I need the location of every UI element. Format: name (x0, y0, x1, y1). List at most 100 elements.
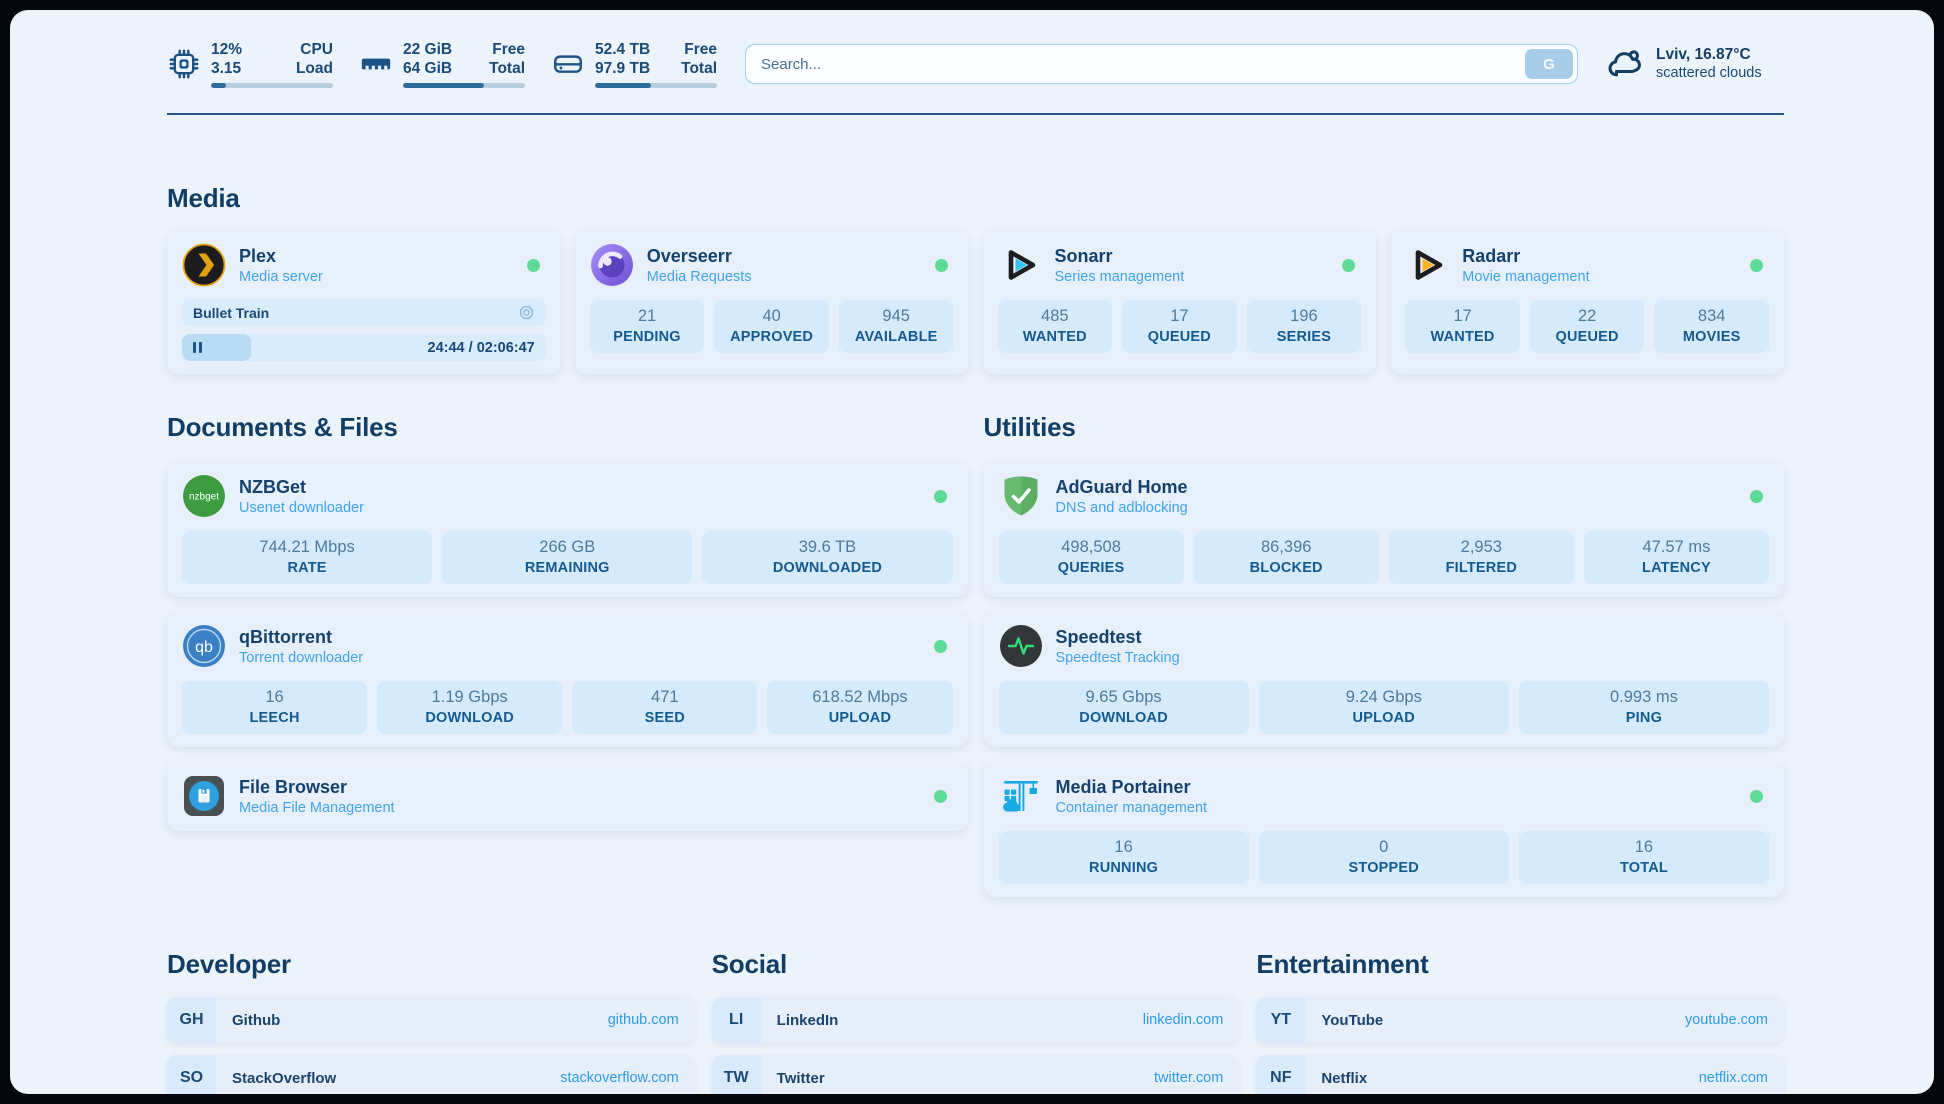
overseerr-icon (590, 243, 634, 287)
stat-leech: 16LEECH (182, 681, 367, 734)
bookmark-abbr: YT (1256, 997, 1305, 1043)
disk-labels: Free Total (681, 40, 717, 78)
status-dot (935, 259, 948, 272)
service-card-overseerr[interactable]: Overseerr Media Requests 21PENDING 40APP… (575, 230, 969, 374)
radarr-icon (1405, 243, 1449, 287)
service-card-nzbget[interactable]: nzbget NZBGet Usenet downloader 744.21 M… (167, 461, 968, 597)
svg-text:qb: qb (195, 639, 213, 656)
service-name: Overseerr (647, 246, 752, 267)
weather-widget[interactable]: Lviv, 16.87°C scattered clouds (1606, 44, 1784, 84)
bookmark-abbr: GH (167, 997, 216, 1043)
disk-widget: 52.4 TB 97.9 TB Free Total (551, 40, 717, 88)
service-card-filebrowser[interactable]: File Browser Media File Management (167, 761, 968, 831)
service-card-speedtest[interactable]: Speedtest Speedtest Tracking 9.65 GbpsDO… (984, 611, 1785, 747)
bookmark-url[interactable]: twitter.com (1154, 1070, 1223, 1086)
bookmark-url[interactable]: github.com (608, 1012, 679, 1028)
bookmark-name: StackOverflow (232, 1070, 336, 1087)
status-dot (934, 640, 947, 653)
bookmark-name: LinkedIn (777, 1012, 839, 1029)
status-dot (934, 490, 947, 503)
status-dot (527, 259, 540, 272)
search-bar: G (745, 44, 1578, 84)
now-playing-row: Bullet Train (182, 299, 546, 326)
cpu-labels: CPU Load (296, 40, 333, 78)
memory-widget: 22 GiB 64 GiB Free Total (359, 40, 525, 88)
filebrowser-icon (182, 774, 226, 818)
status-dot (1342, 259, 1355, 272)
service-card-adguard[interactable]: AdGuard Home DNS and adblocking 498,508Q… (984, 461, 1785, 597)
service-subtitle: Series management (1055, 269, 1185, 285)
bookmark-group-social: Social LI LinkedIn linkedin.com TW Twitt… (712, 949, 1240, 1094)
service-name: qBittorrent (239, 627, 363, 648)
service-card-plex[interactable]: Plex Media server Bullet Train 24:44 / 0 (167, 230, 561, 374)
memory-total: 64 GiB (403, 59, 452, 78)
service-subtitle: Container management (1056, 800, 1208, 816)
section-title-media: Media (167, 183, 1784, 214)
bookmark-github[interactable]: GH Github github.com (167, 997, 695, 1043)
section-title-social: Social (712, 949, 1240, 980)
nzbget-icon: nzbget (182, 474, 226, 518)
service-card-sonarr[interactable]: Sonarr Series management 485WANTED 17QUE… (983, 230, 1377, 374)
bookmark-url[interactable]: stackoverflow.com (560, 1070, 678, 1086)
service-card-radarr[interactable]: Radarr Movie management 17WANTED 22QUEUE… (1390, 230, 1784, 374)
stat-seed: 471SEED (572, 681, 757, 734)
stat-blocked: 86,396BLOCKED (1194, 531, 1379, 584)
stat-available: 945AVAILABLE (839, 300, 954, 353)
search-input[interactable] (745, 44, 1578, 84)
bookmark-stackoverflow[interactable]: SO StackOverflow stackoverflow.com (167, 1055, 695, 1094)
memory-labels: Free Total (489, 40, 525, 78)
stat-downloaded: 39.6 TBDOWNLOADED (702, 531, 952, 584)
cloud-icon (1606, 44, 1646, 84)
cpu-values: 12% 3.15 (211, 40, 242, 78)
section-media: Media Plex Media server Bullet Train (167, 183, 1784, 374)
stat-remaining: 266 GBREMAINING (442, 531, 692, 584)
service-name: AdGuard Home (1056, 477, 1188, 498)
status-dot (934, 790, 947, 803)
service-card-qbittorrent[interactable]: qb qBittorrent Torrent downloader 16LEEC… (167, 611, 968, 747)
adguard-shield-icon (999, 474, 1043, 518)
bookmark-url[interactable]: youtube.com (1685, 1012, 1768, 1028)
section-title-developer: Developer (167, 949, 695, 980)
now-playing-title: Bullet Train (193, 305, 269, 321)
bookmark-youtube[interactable]: YT YouTube youtube.com (1256, 997, 1784, 1043)
service-card-portainer[interactable]: Media Portainer Container management 16R… (984, 761, 1785, 897)
bookmark-abbr: NF (1256, 1055, 1305, 1094)
cpu-widget: 12% 3.15 CPU Load (167, 40, 333, 88)
service-name: Sonarr (1055, 246, 1185, 267)
search-provider-button[interactable]: G (1525, 49, 1573, 79)
cpu-load-value: 3.15 (211, 59, 242, 78)
playback-time: 24:44 / 02:06:47 (428, 340, 535, 356)
bookmark-name: Netflix (1321, 1070, 1367, 1087)
stat-ping: 0.993 msPING (1519, 681, 1769, 734)
bookmark-abbr: LI (712, 997, 761, 1043)
stat-stopped: 0STOPPED (1259, 831, 1509, 884)
bookmark-abbr: TW (712, 1055, 761, 1094)
memory-progress-bar (403, 83, 525, 88)
ram-icon (359, 47, 393, 81)
bookmark-url[interactable]: netflix.com (1699, 1070, 1768, 1086)
bookmark-group-developer: Developer GH Github github.com SO StackO… (167, 949, 695, 1094)
bookmark-name: YouTube (1321, 1012, 1383, 1029)
viewfinder-gear-icon (518, 304, 535, 321)
cpu-percent: 12% (211, 40, 242, 59)
stat-queries: 498,508QUERIES (999, 531, 1184, 584)
weather-location-temp: Lviv, 16.87°C (1656, 45, 1762, 64)
bookmark-linkedin[interactable]: LI LinkedIn linkedin.com (712, 997, 1240, 1043)
sonarr-icon (998, 243, 1042, 287)
status-dot (1750, 259, 1763, 272)
stat-upload: 618.52 MbpsUPLOAD (767, 681, 952, 734)
service-subtitle: Torrent downloader (239, 650, 363, 666)
stat-latency: 47.57 msLATENCY (1584, 531, 1769, 584)
stat-pending: 21PENDING (590, 300, 705, 353)
cpu-progress-bar (211, 83, 333, 88)
bookmark-netflix[interactable]: NF Netflix netflix.com (1256, 1055, 1784, 1094)
section-documents: Documents & Files nzbget NZBGet Usenet d… (167, 412, 968, 831)
bookmark-url[interactable]: linkedin.com (1143, 1012, 1224, 1028)
bookmark-twitter[interactable]: TW Twitter twitter.com (712, 1055, 1240, 1094)
section-title-utilities: Utilities (984, 412, 1785, 443)
service-name: Radarr (1462, 246, 1589, 267)
stat-total: 16TOTAL (1519, 831, 1769, 884)
pause-icon (193, 342, 202, 353)
drive-icon (551, 47, 585, 81)
system-widgets: 12% 3.15 CPU Load (167, 40, 717, 88)
